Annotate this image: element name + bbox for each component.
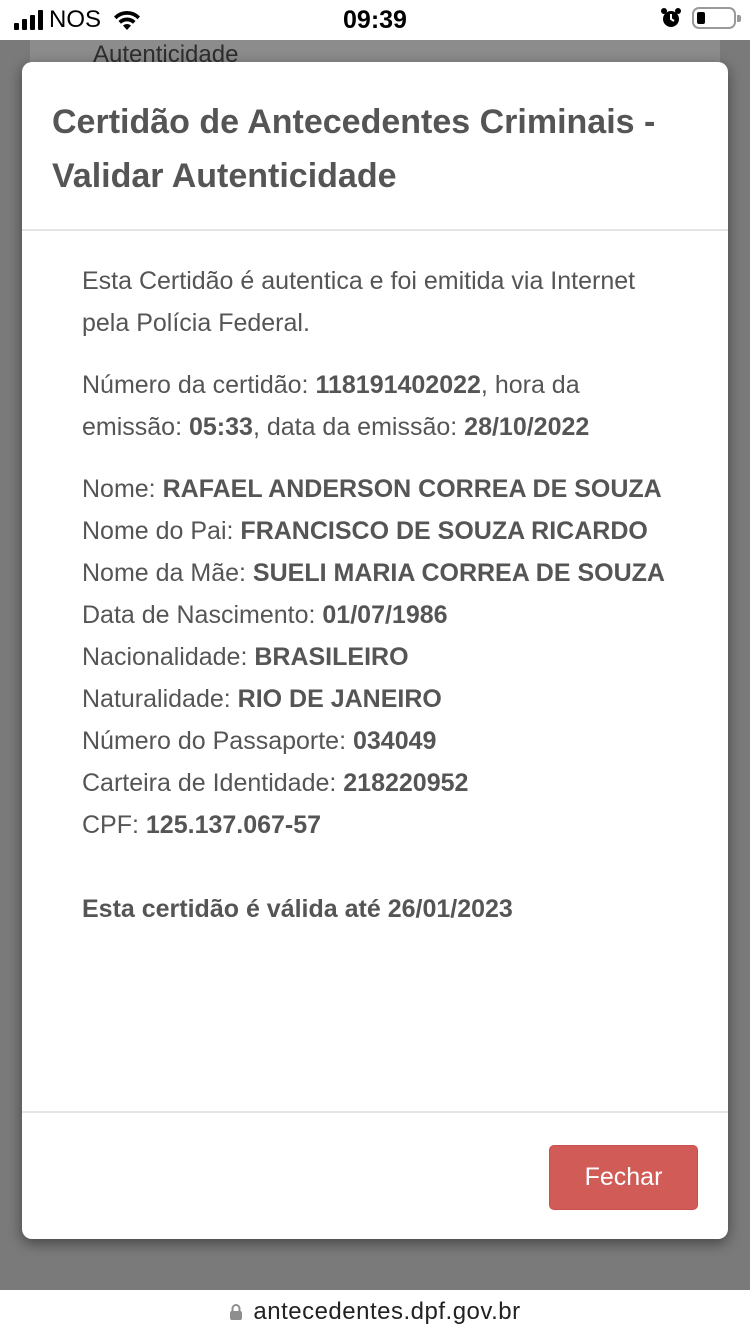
field-label: Nacionalidade: — [82, 643, 255, 671]
field-value: RAFAEL ANDERSON CORREA DE SOUZA — [162, 475, 662, 503]
field-birth-date: Data de Nascimento: 01/07/1986 — [82, 594, 682, 636]
field-father-name: Nome do Pai: FRANCISCO DE SOUZA RICARDO — [82, 510, 682, 552]
alarm-icon — [661, 8, 681, 27]
field-nationality: Nacionalidade: BRASILEIRO — [82, 636, 682, 678]
validation-modal: Certidão de Antecedentes Criminais - Val… — [22, 62, 728, 1239]
clock: 09:39 — [343, 6, 407, 34]
emission-date: 28/10/2022 — [464, 413, 590, 441]
modal-header: Certidão de Antecedentes Criminais - Val… — [22, 62, 728, 231]
field-value: 125.137.067-57 — [145, 811, 322, 839]
authenticity-statement: Esta Certidão é autentica e foi emitida … — [82, 267, 636, 337]
emission-time: 05:33 — [188, 413, 253, 441]
field-value: 01/07/1986 — [322, 601, 448, 629]
field-name: Nome: RAFAEL ANDERSON CORREA DE SOUZA — [82, 468, 682, 510]
field-label: Nome do Pai: — [82, 517, 241, 545]
field-value: 218220952 — [343, 769, 469, 797]
status-bar: NOS 09:39 — [0, 0, 750, 40]
field-birthplace: Naturalidade: RIO DE JANEIRO — [82, 678, 682, 720]
field-value: SUELI MARIA CORREA DE SOUZA — [252, 559, 665, 587]
field-value: FRANCISCO DE SOUZA RICARDO — [240, 517, 648, 545]
field-label: Carteira de Identidade: — [82, 769, 344, 797]
status-right — [660, 7, 741, 29]
cert-number: 118191402022 — [315, 371, 481, 399]
certificate-info: Número da certidão: 118191402022, hora d… — [82, 364, 682, 448]
modal-footer: Fechar — [22, 1111, 728, 1239]
modal-body: Esta Certidão é autentica e foi emitida … — [82, 260, 682, 930]
field-label: CPF: — [82, 811, 146, 839]
modal-title: Certidão de Antecedentes Criminais - Val… — [52, 103, 656, 195]
field-value: 034049 — [352, 727, 437, 755]
battery-icon — [692, 7, 741, 29]
field-label: Nome da Mãe: — [82, 559, 253, 587]
close-button[interactable]: Fechar — [549, 1145, 698, 1210]
field-passport-number: Número do Passaporte: 034049 — [82, 720, 682, 762]
person-details: Nome: RAFAEL ANDERSON CORREA DE SOUZA No… — [82, 468, 682, 846]
field-value: BRASILEIRO — [254, 643, 409, 671]
field-label: Data de Nascimento: — [82, 601, 323, 629]
field-identity-card: Carteira de Identidade: 218220952 — [82, 762, 682, 804]
url-text[interactable]: antecedentes.dpf.gov.br — [253, 1298, 520, 1326]
field-value: RIO DE JANEIRO — [237, 685, 442, 713]
field-cpf: CPF: 125.137.067-57 — [82, 804, 682, 846]
field-label: Número do Passaporte: — [82, 727, 353, 755]
emission-date-label: , data da emissão: — [252, 413, 465, 441]
field-label: Nome: — [82, 475, 163, 503]
field-mother-name: Nome da Mãe: SUELI MARIA CORREA DE SOUZA — [82, 552, 682, 594]
validity-notice: Esta certidão é válida até 26/01/2023 — [82, 895, 513, 923]
field-label: Naturalidade: — [82, 685, 238, 713]
address-bar[interactable]: antecedentes.dpf.gov.br — [0, 1290, 750, 1334]
cert-number-label: Número da certidão: — [82, 371, 316, 399]
lock-icon — [230, 1304, 243, 1320]
